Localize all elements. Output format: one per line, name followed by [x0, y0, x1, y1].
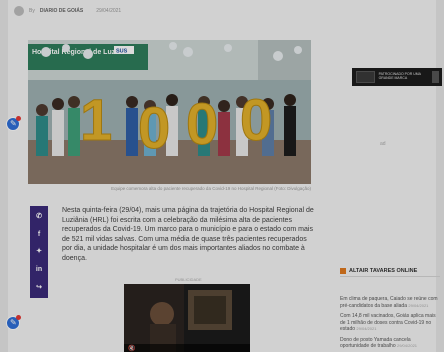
floating-chat-button[interactable]: ✎: [6, 315, 21, 330]
hero-photo: Hospital Regional de Luziânia SUS 1 0 0: [28, 40, 311, 184]
social-share-bar: ✆ f ✦ in ↪: [30, 206, 48, 298]
post-meta: By DIARIO DE GOIÁS 29/04/2021: [14, 6, 121, 16]
banner-icon: [432, 71, 439, 83]
chat-icon: ✎: [10, 318, 17, 327]
banner-text: PATROCINADO POR UMA GRANDE MARCA: [378, 72, 421, 80]
altair-logo-icon: [340, 268, 346, 274]
hero-caption: Equipe comemora alta do paciente recuper…: [111, 186, 311, 191]
notification-badge: [16, 315, 21, 320]
share-icon[interactable]: ↪: [33, 284, 45, 291]
advertisement-label: PUBLICIDADE: [175, 277, 202, 282]
balloon-digit-2: 0: [138, 96, 170, 161]
news-item[interactable]: Com 14,8 mil vacinados, Goiás aplica mai…: [340, 313, 440, 333]
whatsapp-icon[interactable]: ✆: [33, 213, 45, 220]
sus-logo-text: SUS: [116, 49, 128, 55]
news-item[interactable]: Dono de posto Yamada cancela oportunidad…: [340, 337, 440, 350]
news-item[interactable]: Em clima de paquera, Caiado se reúne com…: [340, 296, 440, 309]
news-item-time: 29/04/2021: [408, 302, 429, 308]
video-frame: 🔇: [124, 284, 250, 352]
video-advertisement[interactable]: 🔇: [124, 284, 250, 352]
article-body: Nesta quinta-feira (29/04), mais uma pág…: [62, 207, 314, 262]
notification-badge: [16, 116, 21, 121]
altair-news-list: Em clima de paquera, Caiado se reúne com…: [340, 296, 440, 352]
banner-thumbnail: [356, 71, 375, 83]
hero-image: Hospital Regional de Luziânia SUS 1 0 0: [28, 40, 311, 184]
altair-divider: [340, 276, 440, 277]
chat-icon: ✎: [10, 119, 17, 128]
balloon-digit-3: 0: [186, 92, 218, 157]
floating-chat-button[interactable]: ✎: [6, 116, 21, 131]
altair-section-title[interactable]: ALTAIR TAVARES ONLINE: [349, 268, 417, 274]
news-item-text[interactable]: Com 14,8 mil vacinados, Goiás aplica mai…: [340, 313, 436, 332]
author-avatar: [14, 6, 24, 16]
twitter-icon[interactable]: ✦: [33, 248, 45, 255]
side-advertisement[interactable]: PATROCINADO POR UMA GRANDE MARCA: [352, 68, 442, 86]
left-gutter: [0, 0, 8, 352]
altair-section-header: ALTAIR TAVARES ONLINE: [340, 268, 417, 274]
side-ad-mark: ad: [380, 141, 386, 147]
byline-prefix: By: [29, 8, 35, 14]
balloon-digit-1: 1: [80, 88, 112, 153]
author-name[interactable]: DIARIO DE GOIÁS: [40, 8, 83, 14]
news-item-time: 29/04/2021: [356, 326, 377, 331]
facebook-icon[interactable]: f: [33, 231, 45, 238]
video-mute-icon: 🔇: [128, 344, 136, 352]
linkedin-icon[interactable]: in: [33, 266, 45, 273]
balloon-digit-4: 0: [240, 88, 272, 153]
news-item-time: 29/04/2021: [397, 343, 418, 348]
post-date: 29/04/2021: [96, 8, 122, 14]
